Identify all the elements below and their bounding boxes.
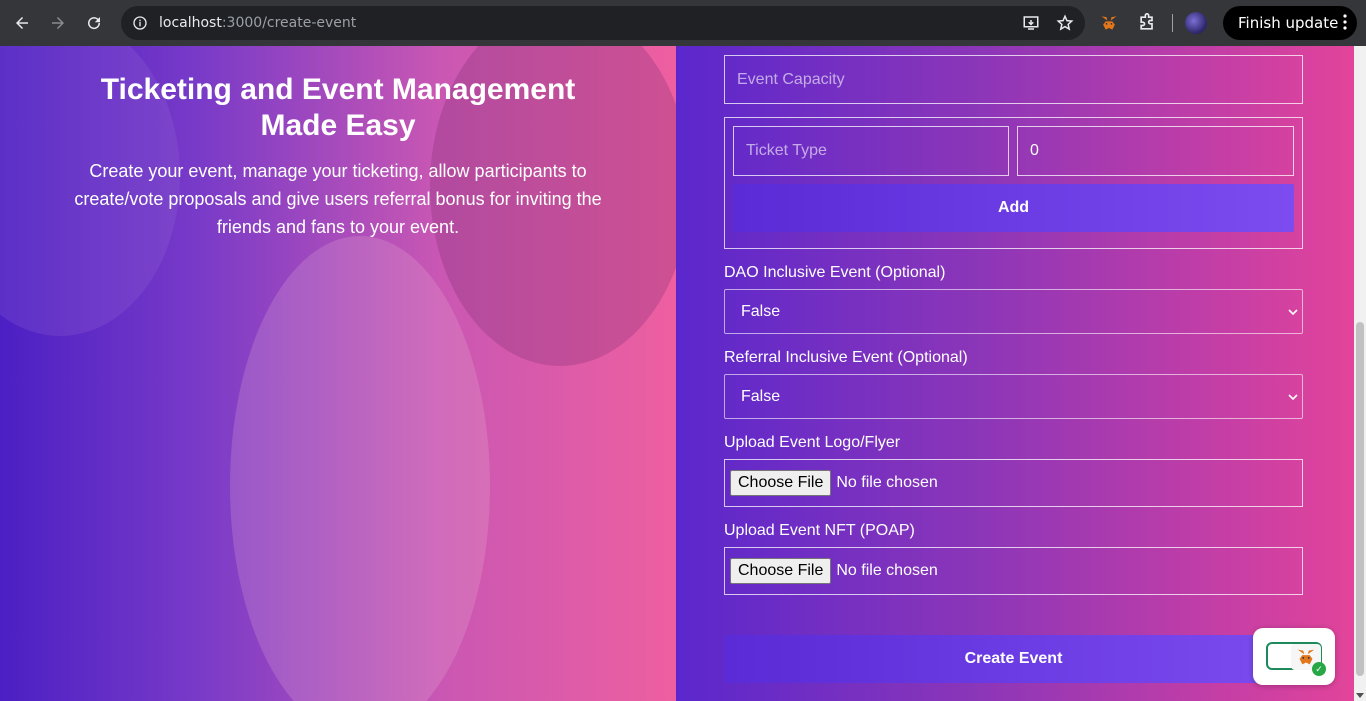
event-capacity-input[interactable]: Event Capacity (724, 55, 1303, 104)
scrollbar-thumb[interactable] (1356, 322, 1364, 676)
referral-label: Referral Inclusive Event (Optional) (724, 349, 968, 366)
logo-upload-label: Upload Event Logo/Flyer (724, 434, 901, 451)
ticket-type-input[interactable]: Ticket Type (733, 126, 1009, 176)
reload-button[interactable] (76, 5, 112, 41)
site-info-icon[interactable] (131, 14, 149, 32)
page-scrollbar[interactable] (1354, 46, 1366, 701)
arrow-left-icon (16, 17, 28, 29)
logo-file-input[interactable]: Choose File No file chosen (724, 459, 1303, 507)
chevron-down-icon (1288, 393, 1298, 400)
dao-select-value: False (741, 302, 781, 320)
hero-photo-shape (230, 236, 490, 701)
bookmark-star-icon[interactable] (1055, 13, 1075, 33)
finish-update-label: Finish update (1238, 14, 1339, 32)
page-content: Ticketing and Event Management Made Easy… (0, 46, 1366, 701)
forward-button[interactable] (40, 5, 76, 41)
browser-toolbar: localhost:3000/create-event Finish updat… (0, 0, 1366, 46)
connected-check-icon: ✓ (1312, 662, 1326, 676)
choose-file-button[interactable]: Choose File (730, 470, 832, 496)
nft-file-input[interactable]: Choose File No file chosen (724, 547, 1303, 595)
chevron-down-icon (1288, 308, 1298, 315)
referral-select-value: False (741, 387, 781, 405)
back-button[interactable] (4, 5, 40, 41)
dao-select[interactable]: False (724, 289, 1303, 334)
hero-title: Ticketing and Event Management Made Easy (100, 73, 576, 142)
add-ticket-button[interactable]: Add (733, 184, 1294, 232)
metamask-connect-widget[interactable]: ✓ (1253, 628, 1335, 685)
extensions-puzzle-icon[interactable] (1134, 10, 1160, 36)
finish-update-button[interactable]: Finish update (1223, 6, 1357, 40)
event-capacity-placeholder: Event Capacity (737, 70, 845, 88)
no-file-text: No file chosen (836, 562, 938, 579)
address-bar[interactable]: localhost:3000/create-event (121, 6, 1085, 40)
hero-description: Create your event, manage your ticketing… (74, 161, 602, 237)
more-menu-icon (1343, 14, 1347, 34)
add-ticket-label: Add (997, 199, 1030, 216)
metamask-extension-icon[interactable] (1096, 10, 1122, 36)
toolbar-separator (1172, 14, 1173, 32)
ticket-price-input[interactable]: 0 (1017, 126, 1294, 176)
create-event-button[interactable]: Create Event (724, 635, 1303, 683)
dao-label: DAO Inclusive Event (Optional) (724, 264, 946, 281)
ticket-price-value: 0 (1030, 142, 1039, 159)
profile-avatar[interactable] (1185, 12, 1207, 34)
hero-panel: Ticketing and Event Management Made Easy… (0, 46, 676, 701)
url-text: localhost:3000/create-event (159, 15, 357, 31)
nft-upload-label: Upload Event NFT (POAP) (724, 522, 915, 539)
ticket-type-placeholder: Ticket Type (746, 142, 827, 159)
referral-select[interactable]: False (724, 374, 1303, 419)
create-event-label: Create Event (964, 650, 1063, 667)
choose-file-button[interactable]: Choose File (730, 558, 832, 584)
reload-icon (88, 17, 101, 30)
arrow-right-icon (52, 17, 64, 29)
no-file-text: No file chosen (836, 474, 938, 491)
scroll-down-arrow-icon[interactable] (1356, 693, 1364, 698)
install-app-icon[interactable] (1021, 13, 1041, 33)
